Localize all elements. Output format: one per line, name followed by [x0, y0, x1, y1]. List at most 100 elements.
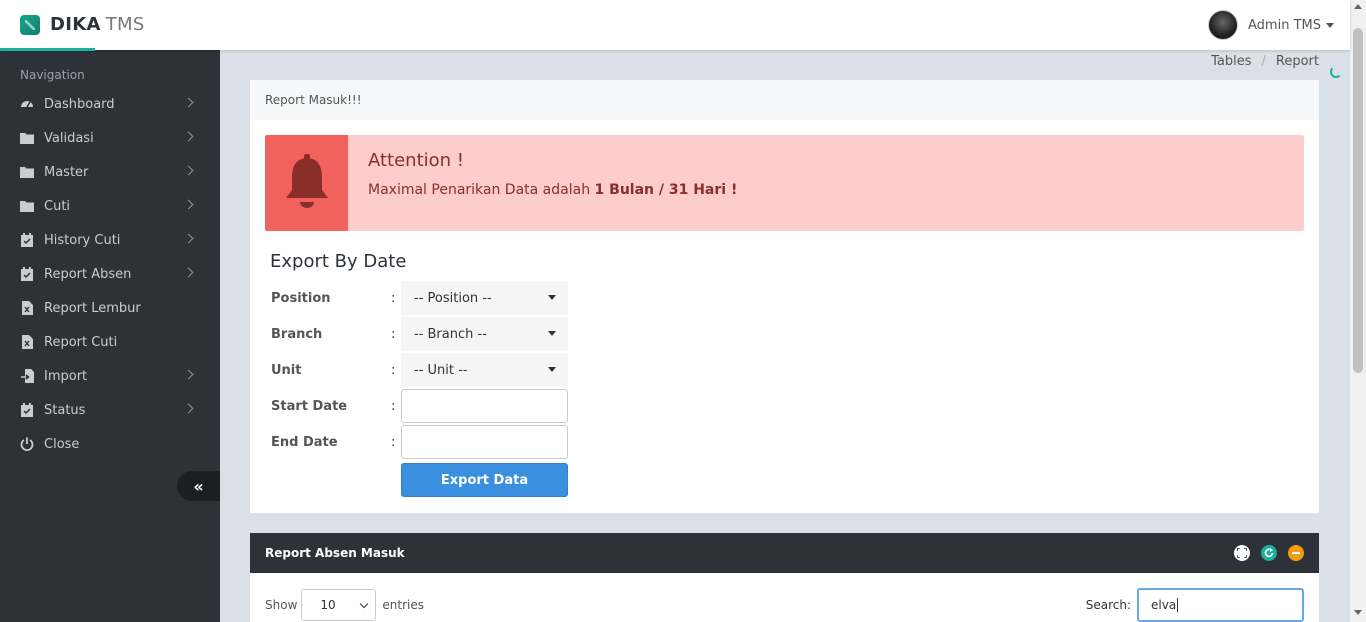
- sidebar-item-label: Close: [44, 436, 80, 452]
- minimize-icon[interactable]: [1288, 545, 1304, 561]
- export-by-date-heading: Export By Date: [270, 251, 407, 272]
- sidebar-item-history-cuti[interactable]: History Cuti: [0, 223, 220, 257]
- power-icon: [20, 437, 34, 451]
- sidebar-item-label: Cuti: [44, 198, 71, 214]
- branch-label: Branch: [271, 326, 323, 342]
- sidebar-item-close[interactable]: Close: [0, 427, 220, 461]
- report-panel: Report Masuk!!! Attention ! Maximal Pena…: [250, 80, 1319, 513]
- breadcrumb-separator: /: [1261, 54, 1266, 69]
- end-date-input[interactable]: [401, 425, 568, 459]
- folder-icon: [20, 165, 34, 179]
- panel-tools: [1234, 545, 1304, 561]
- sidebar-item-report-cuti[interactable]: Report Cuti: [0, 325, 220, 359]
- caret-down-icon: [548, 331, 556, 336]
- brand[interactable]: DIKA TMS: [20, 14, 145, 35]
- chevron-right-icon: [183, 267, 194, 278]
- sidebar-item-label: Report Lembur: [44, 300, 141, 316]
- show-label: Show: [265, 598, 298, 612]
- colon: :: [391, 434, 396, 450]
- attention-alert: Attention ! Maximal Penarikan Data adala…: [265, 135, 1304, 231]
- sidebar-item-cuti[interactable]: Cuti: [0, 189, 220, 223]
- alert-highlight: 1 Bulan / 31 Hari !: [594, 182, 738, 198]
- loading-spinner-icon: [1330, 66, 1342, 78]
- chevron-right-icon: [183, 165, 194, 176]
- double-chevron-left-icon: «: [193, 476, 204, 496]
- page-length-select[interactable]: 10: [301, 589, 377, 621]
- colon: :: [391, 362, 396, 378]
- caret-down-icon: [548, 295, 556, 300]
- calendar-check-icon: [20, 233, 34, 247]
- chevron-right-icon: [183, 97, 194, 108]
- sidebar-item-import[interactable]: Import: [0, 359, 220, 393]
- sidebar-item-status[interactable]: Status: [0, 393, 220, 427]
- branch-select[interactable]: -- Branch --: [401, 317, 568, 351]
- sidebar-item-label: Import: [44, 368, 88, 384]
- scroll-up-arrow-icon[interactable]: [1354, 4, 1362, 9]
- export-data-button[interactable]: Export Data: [401, 463, 568, 497]
- breadcrumb-item-report: Report: [1275, 54, 1319, 69]
- expand-icon[interactable]: [1234, 545, 1250, 561]
- sidebar-collapse-button[interactable]: «: [177, 471, 220, 501]
- report-absen-panel-title: Report Absen Masuk: [265, 546, 405, 560]
- page-scrollbar[interactable]: [1350, 0, 1366, 622]
- folder-icon: [20, 131, 34, 145]
- top-header: DIKA TMS Admin TMS: [0, 0, 1350, 51]
- colon: :: [391, 326, 396, 342]
- excel-file-icon: [20, 301, 34, 315]
- sidebar-item-master[interactable]: Master: [0, 155, 220, 189]
- sidebar-item-label: Dashboard: [44, 96, 115, 112]
- scroll-thumb[interactable]: [1353, 28, 1363, 373]
- search-input[interactable]: elva: [1137, 588, 1304, 622]
- sidebar: Navigation Dashboard Validasi Master Cut…: [0, 50, 220, 622]
- chevron-right-icon: [183, 233, 194, 244]
- import-icon: [20, 369, 34, 383]
- unit-label: Unit: [271, 362, 302, 378]
- chevron-right-icon: [183, 403, 194, 414]
- end-date-row: End Date :: [271, 425, 568, 459]
- entries-label: entries: [382, 598, 424, 612]
- text-cursor: [1177, 598, 1179, 612]
- sidebar-item-validasi[interactable]: Validasi: [0, 121, 220, 155]
- position-select[interactable]: -- Position --: [401, 281, 568, 315]
- user-name: Admin TMS: [1248, 17, 1321, 33]
- alert-text: Maximal Penarikan Data adalah 1 Bulan / …: [368, 182, 738, 198]
- sidebar-item-label: Status: [44, 402, 86, 418]
- refresh-icon[interactable]: [1261, 545, 1277, 561]
- brand-logo-icon: [20, 14, 40, 35]
- dashboard-icon: [20, 97, 34, 111]
- scroll-down-arrow-icon[interactable]: [1354, 610, 1362, 615]
- end-date-label: End Date: [271, 434, 338, 450]
- caret-down-icon: [1326, 22, 1334, 28]
- breadcrumb-item-tables[interactable]: Tables: [1211, 54, 1251, 69]
- folder-icon: [20, 199, 34, 213]
- bell-icon: [285, 154, 328, 208]
- sidebar-item-label: History Cuti: [44, 232, 121, 248]
- sidebar-item-report-absen[interactable]: Report Absen: [0, 257, 220, 291]
- avatar: [1208, 10, 1239, 40]
- position-row: Position : -- Position --: [271, 281, 568, 315]
- nav-list: Dashboard Validasi Master Cuti History C…: [0, 87, 220, 461]
- brand-underline: [0, 48, 95, 51]
- chevron-right-icon: [183, 369, 194, 380]
- position-label: Position: [271, 290, 331, 306]
- user-menu[interactable]: Admin TMS: [1208, 10, 1334, 40]
- caret-down-icon: [548, 367, 556, 372]
- colon: :: [391, 398, 396, 414]
- chevron-down-icon: [360, 599, 369, 609]
- sidebar-item-label: Master: [44, 164, 89, 180]
- sidebar-item-dashboard[interactable]: Dashboard: [0, 87, 220, 121]
- chevron-right-icon: [183, 131, 194, 142]
- start-date-input[interactable]: [401, 389, 568, 423]
- calendar-check-icon: [20, 403, 34, 417]
- report-panel-title: Report Masuk!!!: [250, 80, 1319, 120]
- sidebar-item-label: Report Absen: [44, 266, 132, 282]
- brand-name: DIKA TMS: [50, 14, 145, 35]
- table-search: Search: elva: [1086, 588, 1304, 622]
- sidebar-item-label: Report Cuti: [44, 334, 118, 350]
- report-absen-panel: Report Absen Masuk Show 10 entries Searc…: [250, 533, 1319, 622]
- unit-select[interactable]: -- Unit --: [401, 353, 568, 387]
- sidebar-item-report-lembur[interactable]: Report Lembur: [0, 291, 220, 325]
- start-date-label: Start Date: [271, 398, 348, 414]
- alert-title: Attention !: [368, 150, 465, 171]
- nav-heading: Navigation: [20, 68, 85, 82]
